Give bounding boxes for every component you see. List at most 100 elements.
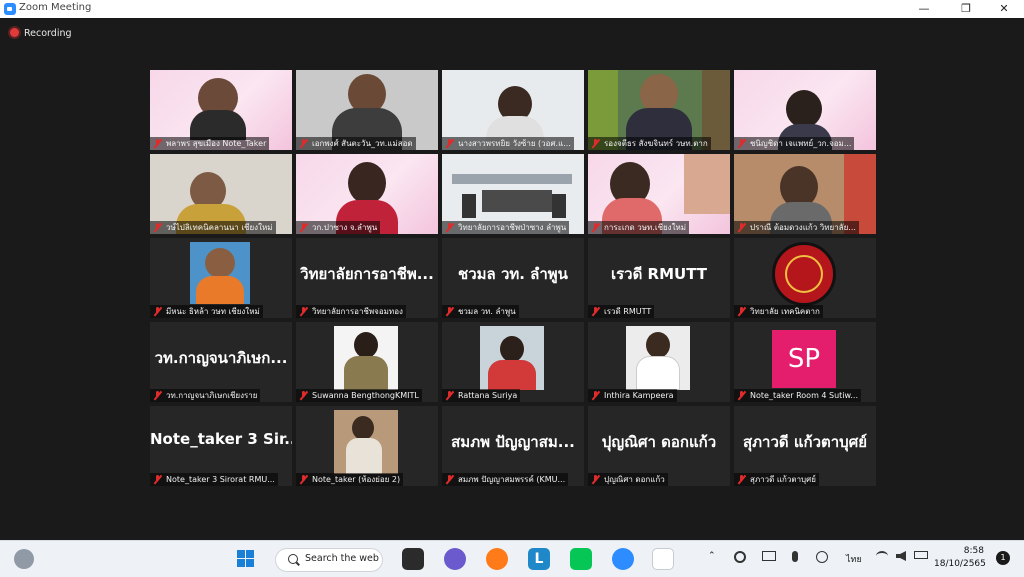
muted-mic-icon (153, 391, 162, 400)
muted-mic-icon (445, 475, 454, 484)
participant-tile[interactable]: Inthira Kampeera (588, 322, 730, 402)
firefox-icon[interactable] (486, 548, 508, 570)
l-app-icon[interactable]: L (528, 548, 550, 570)
messenger-icon[interactable] (444, 548, 466, 570)
participant-tile[interactable]: สมภพ ปัญญาสม... สมภพ ปัญญาสมพรรค์ (KMU..… (442, 406, 584, 486)
language-indicator[interactable]: ไทย (846, 552, 862, 566)
participant-name: สมภพ ปัญญาสมพรรค์ (KMU... (442, 473, 569, 486)
start-icon[interactable] (235, 548, 257, 570)
minimize-button[interactable]: — (904, 0, 944, 18)
participant-tile[interactable]: ปุญณิศา ดอกแก้ว ปุญณิศา ดอกแก้ว (588, 406, 730, 486)
muted-mic-icon (299, 391, 308, 400)
muted-mic-icon (591, 391, 600, 400)
participant-tile[interactable]: Suwanna BengthongKMITL (296, 322, 438, 402)
participant-name: รองจตีธร สังฆจินทร์ วษท.ตาก (588, 137, 711, 150)
meeting-area: Recording พลาพร สุขเมือง Note_Taker เอกพ… (0, 18, 1024, 540)
participant-name: วิทยาลัยการอาชีพจอมทอง (296, 305, 406, 318)
participant-tile[interactable]: สุภาวดี แก้วตาบุศย์ สุภาวดี แก้วตาบุศย์ (734, 406, 876, 486)
microphone-icon[interactable] (792, 551, 798, 562)
participant-tile[interactable]: พลาพร สุขเมือง Note_Taker (150, 70, 292, 150)
keyboard-icon[interactable] (762, 551, 776, 561)
participant-name: ปราณี ต้อมดวงแก้ว วิทยาลัย... (734, 221, 859, 234)
muted-mic-icon (153, 223, 162, 232)
participant-tile[interactable]: Rattana Suriya (442, 322, 584, 402)
maximize-button[interactable]: ❐ (946, 0, 986, 18)
muted-mic-icon (591, 475, 600, 484)
participant-tile[interactable]: ชนิญชิดา เจแพทย์_วก.จอม... (734, 70, 876, 150)
participant-tile[interactable]: วิทยาลัย เทคนิคตาก (734, 238, 876, 318)
participant-name: ชนิญชิดา เจแพทย์_วก.จอม... (734, 137, 855, 150)
participant-tile[interactable]: มีหนะ ธิหล้า วษท เชียงใหม่ (150, 238, 292, 318)
muted-mic-icon (737, 223, 746, 232)
muted-mic-icon (445, 223, 454, 232)
participant-name: เรวดี RMUTT (588, 305, 655, 318)
participant-name: วษ์ไปลิเทคนิคลานนา เชียงใหม่ (150, 221, 276, 234)
participant-tile[interactable]: นางสาวพรทยิย วังซ้าย (วอศ.แ... (442, 70, 584, 150)
participant-tile[interactable]: Note_taker (ห้องย่อย 2) (296, 406, 438, 486)
participant-tile[interactable]: Note_taker 3 Sir... Note_taker 3 Sirorat… (150, 406, 292, 486)
volume-icon[interactable] (896, 551, 906, 561)
participant-name: วิทยาลัยการอาชีพป่าซาง ลำพูน (442, 221, 570, 234)
snipping-tool-icon[interactable] (652, 548, 674, 570)
participant-display-name: วิทยาลัยการอาชีพ... (300, 265, 434, 283)
recording-icon (10, 28, 19, 37)
muted-mic-icon (737, 475, 746, 484)
participant-display-name: วท.กาญจนาภิเษก... (154, 349, 288, 367)
participant-tile[interactable]: วิทยาลัยการอาชีพ... วิทยาลัยการอาชีพจอมท… (296, 238, 438, 318)
participant-tile[interactable]: ชวมล วท. ลำพูน ชวมล วท. ลำพูน (442, 238, 584, 318)
participant-tile[interactable]: เอกพงศ์ สันตะวัน_วท.แม่สอด (296, 70, 438, 150)
clock-time: 8:58 (963, 546, 984, 556)
participant-name: วท.กาญจนาภิเษกเชียงราย (150, 389, 261, 402)
participant-tile[interactable]: SP Note_taker Room 4 Sutiw... (734, 322, 876, 402)
tray-overflow-icon[interactable]: ⌃ (708, 551, 716, 561)
muted-mic-icon (591, 223, 600, 232)
participant-display-name: สุภาวดี แก้วตาบุศย์ (742, 433, 868, 451)
participant-tile[interactable]: วิทยาลัยการอาชีพป่าซาง ลำพูน (442, 154, 584, 234)
participant-name: Note_taker 3 Sirorat RMU... (150, 473, 278, 486)
widgets-icon[interactable] (14, 549, 34, 569)
battery-icon[interactable] (914, 551, 928, 559)
muted-mic-icon (737, 391, 746, 400)
sync-icon[interactable] (734, 551, 746, 563)
gallery-grid: พลาพร สุขเมือง Note_Taker เอกพงศ์ สันตะว… (150, 70, 876, 486)
pen-icon[interactable] (816, 551, 828, 563)
search-label: Search the web (305, 553, 379, 564)
participant-name: มีหนะ ธิหล้า วษท เชียงใหม่ (150, 305, 263, 318)
participant-name: Rattana Suriya (442, 389, 521, 402)
participant-tile[interactable]: รองจตีธร สังฆจินทร์ วษท.ตาก (588, 70, 730, 150)
participant-tile[interactable]: วก.ปาซาง จ.ลำพูน (296, 154, 438, 234)
line-icon[interactable] (570, 548, 592, 570)
participant-tile[interactable]: วท.กาญจนาภิเษก... วท.กาญจนาภิเษกเชียงราย (150, 322, 292, 402)
search-icon (288, 554, 298, 564)
participant-tile[interactable]: เรวดี RMUTT เรวดี RMUTT (588, 238, 730, 318)
participant-name: Note_taker Room 4 Sutiw... (734, 389, 861, 402)
taskbar-search[interactable]: Search the web (275, 548, 383, 572)
participant-tile[interactable]: ปราณี ต้อมดวงแก้ว วิทยาลัย... (734, 154, 876, 234)
participant-tile[interactable]: การะเกด วษท.เชียงใหม่ (588, 154, 730, 234)
notification-badge[interactable]: 1 (996, 551, 1010, 565)
participant-display-name: สมภพ ปัญญาสม... (451, 433, 575, 451)
avatar-initials: SP (772, 330, 836, 388)
muted-mic-icon (591, 139, 600, 148)
participant-name: Note_taker (ห้องย่อย 2) (296, 473, 404, 486)
participant-display-name: เรวดี RMUTT (610, 265, 708, 283)
participant-tile[interactable]: วษ์ไปลิเทคนิคลานนา เชียงใหม่ (150, 154, 292, 234)
close-button[interactable]: ✕ (984, 0, 1024, 18)
muted-mic-icon (299, 475, 308, 484)
participant-name: วก.ปาซาง จ.ลำพูน (296, 221, 381, 234)
file-explorer-icon[interactable] (402, 548, 424, 570)
muted-mic-icon (299, 307, 308, 316)
participant-display-name: Note_taker 3 Sir... (150, 430, 292, 448)
wifi-icon[interactable] (876, 551, 888, 561)
taskbar: Search the web L ⌃ ไทย 8:58 18/10/2565 1 (0, 540, 1024, 577)
zoom-icon[interactable] (612, 548, 634, 570)
muted-mic-icon (299, 139, 308, 148)
clock[interactable]: 8:58 18/10/2565 (934, 545, 986, 571)
participant-display-name: ชวมล วท. ลำพูน (458, 265, 568, 283)
muted-mic-icon (153, 307, 162, 316)
recording-indicator[interactable]: Recording (10, 28, 72, 39)
muted-mic-icon (445, 391, 454, 400)
college-logo (772, 242, 836, 306)
muted-mic-icon (737, 307, 746, 316)
participant-name: ปุญณิศา ดอกแก้ว (588, 473, 668, 486)
